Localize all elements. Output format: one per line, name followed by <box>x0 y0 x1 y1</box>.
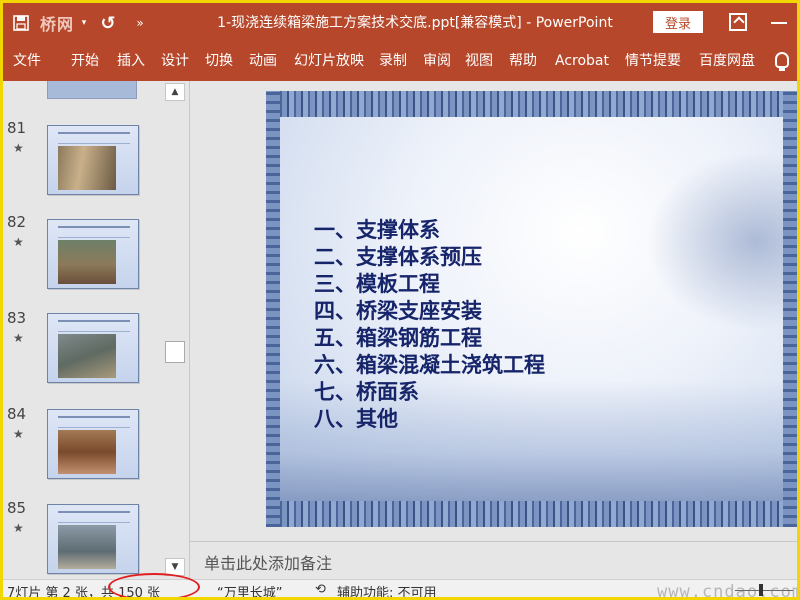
site-watermark: www.cndao.com <box>657 582 800 600</box>
tab-acrobat[interactable]: Acrobat <box>547 43 617 81</box>
notes-placeholder: 单击此处添加备注 <box>204 554 333 573</box>
outline-item: 一、支撑体系 <box>314 218 440 242</box>
scrollbar-thumb[interactable] <box>165 341 185 363</box>
theme-name[interactable]: “万里长城” <box>217 582 282 597</box>
slide-outline-list[interactable]: 一、支撑体系 二、支撑体系预压 三、模板工程 四、桥梁支座安装 五、箱梁钢筋工程… <box>314 217 545 433</box>
outline-item: 二、支撑体系预压 <box>314 245 482 269</box>
slide-border-top <box>266 91 797 117</box>
watermark-logo-text: 桥网 <box>39 15 74 34</box>
thumbnail-photo <box>58 430 116 474</box>
outline-item: 六、箱梁混凝土浇筑工程 <box>314 353 545 377</box>
tab-record[interactable]: 录制 <box>373 43 413 81</box>
thumbnail-photo <box>58 334 116 378</box>
tab-insert[interactable]: 插入 <box>111 43 151 81</box>
slide-thumbnail[interactable] <box>47 504 139 574</box>
ribbon-tab-bar: 文件 开始 插入 设计 切换 动画 幻灯片放映 录制 审阅 视图 帮助 Acro… <box>3 43 797 81</box>
thumbnail-photo <box>58 525 116 569</box>
notes-pane[interactable]: 单击此处添加备注 <box>189 541 797 579</box>
tab-design[interactable]: 设计 <box>155 43 195 81</box>
accessibility-icon[interactable]: ⟲ <box>315 582 326 597</box>
slide-thumbnail[interactable] <box>47 409 139 479</box>
slide-thumbnail[interactable] <box>47 219 139 289</box>
slide-number: 82 <box>7 213 27 231</box>
slide-border-left <box>266 91 280 527</box>
app-window: 桥网 ▾ ↺ » 1-现浇连续箱梁施工方案技术交底.ppt[兼容模式] - Po… <box>0 0 800 600</box>
tab-help[interactable]: 帮助 <box>503 43 543 81</box>
more-commands-icon[interactable]: » <box>133 11 147 35</box>
slide-thumbnail[interactable] <box>47 313 139 383</box>
lightbulb-tell-me-icon[interactable] <box>775 52 789 71</box>
outline-item: 四、桥梁支座安装 <box>314 299 482 323</box>
thumbnail-scrollbar[interactable]: ▲ ▼ <box>165 81 185 579</box>
animation-star-icon: ★ <box>13 331 24 345</box>
minimize-icon[interactable] <box>771 22 787 24</box>
slide-thumbnail-partial[interactable] <box>47 81 137 99</box>
tab-review[interactable]: 审阅 <box>417 43 457 81</box>
scroll-up-icon[interactable]: ▲ <box>165 83 185 101</box>
thumbnail-photo <box>58 240 116 284</box>
tab-baidu-netdisk[interactable]: 百度网盘 <box>691 43 763 81</box>
accessibility-status[interactable]: 辅助功能: 不可用 <box>337 582 437 597</box>
zoom-slider-handle[interactable] <box>759 584 763 596</box>
outline-item: 五、箱梁钢筋工程 <box>314 326 482 350</box>
thumbnail-photo <box>58 146 116 190</box>
tab-home[interactable]: 开始 <box>65 43 105 81</box>
tab-slideshow[interactable]: 幻灯片放映 <box>287 43 371 81</box>
slide-number: 85 <box>7 499 27 517</box>
red-circle-annotation <box>108 573 200 597</box>
tab-view[interactable]: 视图 <box>459 43 499 81</box>
undo-icon[interactable]: ↺ <box>97 11 119 35</box>
slide-thumbnail[interactable] <box>47 125 139 195</box>
chevron-down-icon[interactable]: ▾ <box>79 11 89 35</box>
tab-file[interactable]: 文件 <box>7 43 47 81</box>
slide-decoration <box>646 151 783 331</box>
zoom-slider[interactable] <box>735 590 793 591</box>
slide-number: 81 <box>7 119 27 137</box>
tab-storyboard[interactable]: 情节提要 <box>619 43 687 81</box>
animation-star-icon: ★ <box>13 141 24 155</box>
slide-border-bottom <box>266 501 797 527</box>
outline-item: 八、其他 <box>314 407 398 431</box>
outline-item: 七、桥面系 <box>314 380 419 404</box>
outline-item: 三、模板工程 <box>314 272 440 296</box>
slide-thumbnail-pane: 81 ★ 82 ★ 83 ★ 84 ★ 85 ★ <box>3 81 189 579</box>
tab-animations[interactable]: 动画 <box>243 43 283 81</box>
tab-transitions[interactable]: 切换 <box>199 43 239 81</box>
slide-border-right <box>783 91 797 527</box>
login-button[interactable]: 登录 <box>653 11 703 33</box>
title-bar: 桥网 ▾ ↺ » 1-现浇连续箱梁施工方案技术交底.ppt[兼容模式] - Po… <box>3 3 797 43</box>
animation-star-icon: ★ <box>13 235 24 249</box>
save-icon[interactable] <box>11 11 31 35</box>
ribbon-display-options-icon[interactable] <box>729 13 747 31</box>
animation-star-icon: ★ <box>13 427 24 441</box>
slide-number: 83 <box>7 309 27 327</box>
current-slide[interactable]: 一、支撑体系 二、支撑体系预压 三、模板工程 四、桥梁支座安装 五、箱梁钢筋工程… <box>266 91 797 527</box>
slide-number: 84 <box>7 405 27 423</box>
animation-star-icon: ★ <box>13 521 24 535</box>
